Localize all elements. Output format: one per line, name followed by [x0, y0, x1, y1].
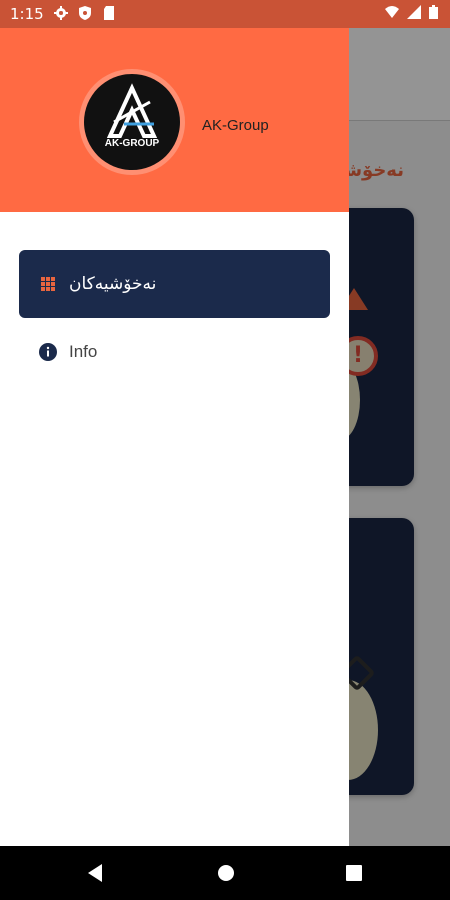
status-bar: 1:15: [0, 0, 450, 28]
info-icon: [39, 343, 57, 361]
home-icon[interactable]: [216, 863, 236, 883]
status-time: 1:15: [10, 5, 44, 23]
battery-icon: [429, 5, 438, 19]
drawer-item-label: Info: [69, 342, 98, 361]
brand-logo: AK-GROUP: [84, 74, 180, 170]
navigation-drawer: AK-GROUP AK-Group نەخۆشیەکان Info: [0, 28, 349, 846]
gear-icon: [54, 6, 68, 20]
drawer-header: AK-GROUP AK-Group: [0, 28, 349, 212]
recents-icon[interactable]: [346, 865, 362, 881]
drawer-item-info[interactable]: Info: [19, 318, 330, 386]
shield-icon: [79, 6, 91, 20]
grid-icon: [39, 275, 57, 293]
brand-name: AK-Group: [202, 117, 269, 134]
wifi-icon: [385, 6, 399, 18]
back-icon[interactable]: [86, 863, 104, 883]
drawer-item-label: نەخۆشیەکان: [69, 274, 157, 294]
logo-text: AK-GROUP: [104, 138, 160, 149]
logo-mark-icon: [106, 83, 158, 138]
sd-card-icon: [104, 6, 114, 20]
signal-icon: [407, 5, 421, 19]
drawer-item-diseases[interactable]: نەخۆشیەکان: [19, 250, 330, 318]
system-nav-bar: [0, 846, 450, 900]
